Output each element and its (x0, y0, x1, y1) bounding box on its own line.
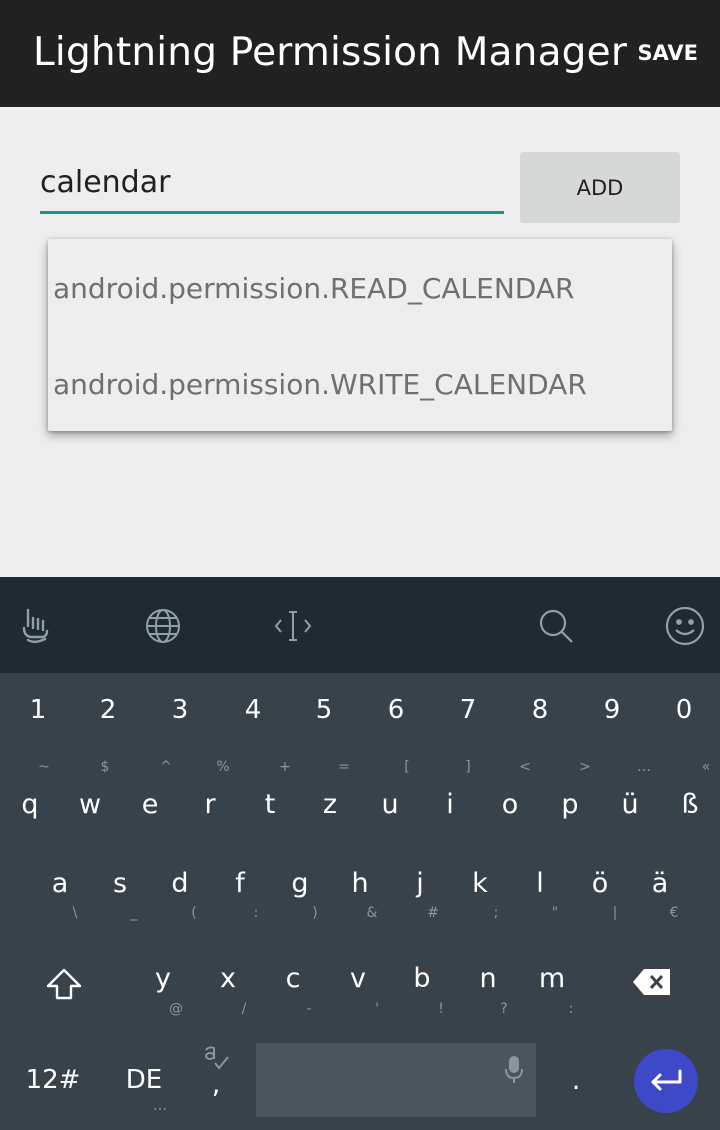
permission-input-wrap (40, 152, 504, 214)
symbols-key[interactable]: 12# (23, 1065, 83, 1095)
input-underline (40, 211, 504, 214)
key-o[interactable]: o (480, 789, 540, 820)
key-k[interactable]: k (450, 868, 510, 899)
app-title: Lightning Permission Manager (33, 30, 628, 75)
key-w[interactable]: w (60, 789, 120, 820)
key-h[interactable]: h (330, 868, 390, 899)
key-n[interactable]: n (458, 963, 518, 994)
key-z[interactable]: z (300, 789, 360, 820)
suggestion-item[interactable]: android.permission.WRITE_CALENDAR (48, 335, 672, 431)
backspace-key[interactable] (622, 967, 682, 1001)
key-x[interactable]: x (198, 963, 258, 994)
key-5[interactable]: 5 (294, 695, 354, 725)
key-l[interactable]: l (510, 868, 570, 899)
microphone-icon (505, 1056, 523, 1083)
autocomplete-dropdown: android.permission.READ_CALENDAR android… (48, 239, 672, 431)
key-b[interactable]: b (392, 963, 452, 994)
key-a[interactable]: a (30, 868, 90, 899)
key-4[interactable]: 4 (223, 695, 283, 725)
key-f[interactable]: f (210, 868, 270, 899)
key-t[interactable]: t (240, 789, 300, 820)
key-m[interactable]: m (522, 963, 582, 994)
enter-icon (651, 1069, 682, 1091)
save-button[interactable]: SAVE (637, 41, 698, 65)
key-u-umlaut[interactable]: ü (600, 789, 660, 820)
key-c[interactable]: c (263, 963, 323, 994)
key-j[interactable]: j (390, 868, 450, 899)
key-g[interactable]: g (270, 868, 330, 899)
period-key[interactable]: . (546, 1065, 606, 1096)
suggestion-item[interactable]: android.permission.READ_CALENDAR (48, 239, 672, 335)
key-eszett[interactable]: ß (660, 789, 720, 820)
key-y[interactable]: y (133, 963, 193, 994)
search-icon[interactable] (535, 605, 577, 647)
key-sub-label: … (153, 1098, 167, 1114)
shift-key[interactable] (34, 967, 94, 1005)
soft-keyboard: 1 2 3 4 5 6 7 8 9 0 ~ $ ^ % + = [ ] < > … (0, 673, 720, 1130)
space-bar[interactable] (256, 1043, 536, 1117)
language-key[interactable]: DE (114, 1065, 174, 1095)
key-8[interactable]: 8 (510, 695, 570, 725)
key-i[interactable]: i (420, 789, 480, 820)
permission-input[interactable] (40, 152, 504, 212)
key-3[interactable]: 3 (150, 695, 210, 725)
key-s[interactable]: s (90, 868, 150, 899)
key-u[interactable]: u (360, 789, 420, 820)
key-1[interactable]: 1 (8, 695, 68, 725)
globe-icon[interactable] (142, 605, 184, 647)
key-v[interactable]: v (328, 963, 388, 994)
key-2[interactable]: 2 (78, 695, 138, 725)
key-7[interactable]: 7 (438, 695, 498, 725)
app-bar: Lightning Permission Manager SAVE (0, 0, 720, 107)
key-q[interactable]: q (0, 789, 60, 820)
comma-key[interactable]: , (186, 1043, 246, 1100)
gesture-hand-icon[interactable] (16, 605, 58, 647)
shift-icon (46, 968, 82, 1000)
keyboard-toolbar (0, 577, 720, 673)
key-d[interactable]: d (150, 868, 210, 899)
key-9[interactable]: 9 (582, 695, 642, 725)
backspace-icon (633, 969, 670, 995)
key-6[interactable]: 6 (366, 695, 426, 725)
key-0[interactable]: 0 (654, 695, 714, 725)
enter-key[interactable] (634, 1049, 698, 1113)
cursor-move-icon[interactable] (272, 605, 314, 647)
key-p[interactable]: p (540, 789, 600, 820)
key-a-umlaut[interactable]: ä (630, 868, 690, 899)
key-e[interactable]: e (120, 789, 180, 820)
emoji-icon[interactable] (664, 605, 706, 647)
key-r[interactable]: r (180, 789, 240, 820)
add-button[interactable]: ADD (520, 152, 680, 223)
key-o-umlaut[interactable]: ö (570, 868, 630, 899)
